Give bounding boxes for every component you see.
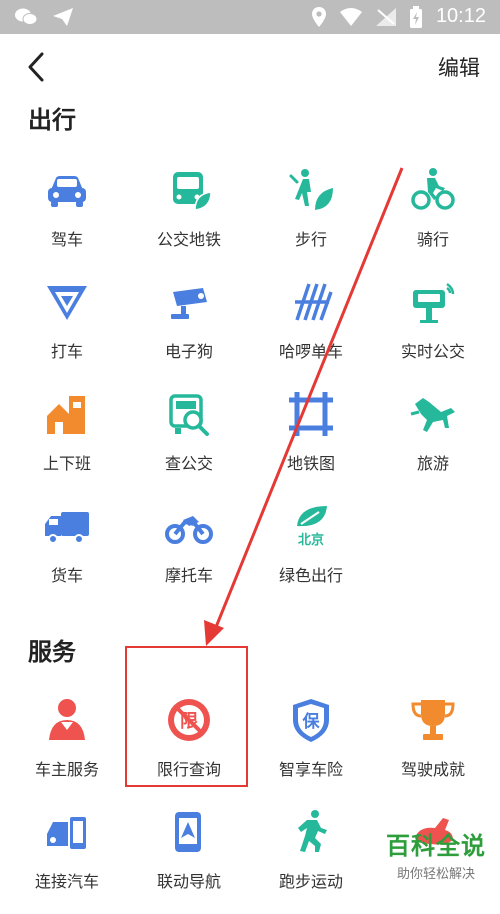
camera-icon	[171, 288, 207, 319]
tool-label: 驾车	[50, 230, 83, 249]
truck-icon	[45, 512, 89, 544]
restriction-icon: 限	[168, 699, 210, 741]
top-bar: 编辑	[0, 34, 500, 98]
tool-label: 联动导航	[156, 872, 221, 891]
tool-label: 电子狗	[164, 342, 213, 361]
car-phone-icon	[47, 815, 88, 851]
section-title-service: 服务	[28, 638, 76, 666]
subway-map-icon	[289, 392, 333, 436]
battery-icon	[409, 5, 422, 28]
tool-running[interactable]: 跑步运动	[250, 802, 372, 914]
bus-stop-icon	[413, 282, 455, 323]
tool-label: 哈啰单车	[278, 342, 343, 361]
tool-label: 旅游	[416, 454, 449, 473]
insurance-shield-icon: 保	[293, 699, 329, 742]
tool-label: 步行	[294, 230, 327, 249]
horse-icon	[410, 398, 455, 432]
trophy-icon	[411, 700, 455, 740]
tool-connect-car[interactable]: 连接汽车	[6, 802, 128, 914]
tool-label: 公交地铁	[156, 230, 221, 249]
tool-realtime-bus[interactable]: 实时公交	[372, 272, 494, 384]
tool-taxi[interactable]: 打车	[6, 272, 128, 384]
tool-label: 绿色出行	[278, 566, 343, 585]
tool-label: 查公交	[164, 454, 213, 473]
tool-label: 货车	[50, 566, 83, 585]
tool-bus-subway[interactable]: 公交地铁	[128, 160, 250, 272]
tool-check-bus[interactable]: 查公交	[128, 384, 250, 496]
tool-commute[interactable]: 上下班	[6, 384, 128, 496]
tool-label: 车主服务	[34, 760, 99, 779]
owner-icon	[49, 699, 85, 740]
tool-drive[interactable]: 驾车	[6, 160, 128, 272]
wechat-icon	[15, 8, 38, 25]
taxi-icon	[47, 286, 87, 320]
status-time: 10:12	[435, 5, 486, 27]
tool-label: 打车	[50, 342, 83, 361]
tool-label: 实时公交	[400, 342, 465, 361]
back-chevron-icon[interactable]	[22, 50, 50, 84]
tool-label: 上下班	[42, 454, 91, 473]
tool-driving-achievement[interactable]: 驾驶成就	[372, 690, 494, 802]
tool-motorcycle[interactable]: 摩托车	[128, 496, 250, 608]
tool-owner-service[interactable]: 车主服务	[6, 690, 128, 802]
phone-nav-icon	[175, 812, 201, 852]
tool-bike[interactable]: 骑行	[372, 160, 494, 272]
insurance-badge: 保	[302, 711, 321, 732]
travel-grid: 驾车 公交地铁 步行 骑行 打车 电子狗 哈啰单车 实时公交 上下班 查公交 地…	[6, 160, 494, 608]
bus-search-icon	[169, 394, 209, 436]
tool-e-dog[interactable]: 电子狗	[128, 272, 250, 384]
walk-icon	[289, 169, 333, 210]
bus-icon	[173, 172, 212, 211]
watermark-subtitle: 助你轻松解决	[396, 867, 475, 882]
motorcycle-icon	[165, 516, 213, 544]
bike-icon	[411, 168, 455, 210]
tool-label: 智享车险	[278, 760, 343, 779]
watermark-title: 百科全说	[386, 832, 486, 860]
tool-restriction-query[interactable]: 限 限行查询	[128, 690, 250, 802]
status-bar: 10:12	[0, 0, 500, 34]
tool-linked-navigation[interactable]: 联动导航	[128, 802, 250, 914]
tool-label: 跑步运动	[278, 872, 343, 891]
wifi-icon	[339, 7, 362, 26]
tool-label: 连接汽车	[34, 872, 99, 891]
tool-label: 驾驶成就	[400, 760, 465, 779]
edit-button[interactable]: 编辑	[438, 52, 480, 82]
tool-label: 骑行	[416, 230, 449, 249]
tool-label: 摩托车	[164, 566, 213, 585]
location-icon	[311, 6, 326, 27]
section-title-travel: 出行	[28, 106, 76, 134]
watermark: 百科全说 助你轻松解决	[386, 826, 486, 882]
tool-label: 地铁图	[286, 454, 335, 473]
leaf-icon: 北京	[297, 506, 327, 548]
beijing-badge: 北京	[298, 532, 324, 548]
tool-subway-map[interactable]: 地铁图	[250, 384, 372, 496]
tool-green-travel[interactable]: 北京 绿色出行	[250, 496, 372, 608]
tool-travel[interactable]: 旅游	[372, 384, 494, 496]
tool-truck[interactable]: 货车	[6, 496, 128, 608]
commute-icon	[47, 396, 85, 434]
tool-label: 限行查询	[156, 760, 221, 779]
send-icon	[53, 8, 73, 26]
no-signal-icon	[375, 7, 396, 26]
tool-walk[interactable]: 步行	[250, 160, 372, 272]
tool-hello-bike[interactable]: 哈啰单车	[250, 272, 372, 384]
hello-bike-icon	[295, 283, 333, 321]
car-icon	[48, 176, 86, 207]
run-icon	[298, 810, 327, 852]
tool-insurance[interactable]: 保 智享车险	[250, 690, 372, 802]
